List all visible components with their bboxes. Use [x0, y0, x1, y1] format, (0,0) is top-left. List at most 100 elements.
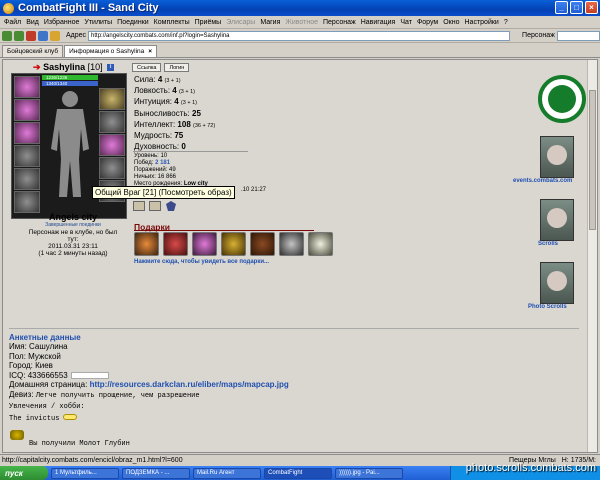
link-button[interactable]: Ссылка [132, 63, 162, 72]
about-sex: Пол: Мужской [9, 351, 61, 361]
weapon-slot[interactable] [14, 145, 40, 167]
stop-icon[interactable] [26, 30, 36, 41]
photo-scrolls-banner-icon[interactable] [540, 262, 574, 304]
forward-icon[interactable] [14, 30, 24, 41]
menu-item[interactable]: Приёмы [195, 19, 222, 26]
taskbar-item[interactable]: ПОДЗЕМКА - ... [122, 467, 190, 479]
stat-row: Интеллект: 108 (36 + 72) [134, 119, 216, 129]
scrolls-link[interactable]: Scrolls [538, 241, 558, 247]
gift-chest-icon[interactable] [250, 232, 275, 256]
menu-item[interactable]: Утилиты [84, 19, 112, 26]
clan-name: Angels city [48, 212, 97, 222]
stat-row: Мудрость: 75 [134, 131, 184, 141]
person-search-input[interactable] [556, 30, 600, 41]
gift-ring-icon[interactable] [279, 232, 304, 256]
helmet-slot[interactable] [14, 76, 40, 98]
browser-tab[interactable]: Бойцовский клуб [2, 45, 64, 57]
menu-item[interactable]: Поединки [117, 19, 149, 26]
emblems [133, 201, 177, 211]
homepage-link[interactable]: http://resources.darkclan.ru/eliber/maps… [90, 380, 289, 389]
stat-row: Выносливость: 25 [134, 108, 201, 118]
record-losses: Поражений: 49 [134, 167, 176, 173]
profile-buttons: Ссылка Логин [132, 63, 190, 72]
menu-item[interactable]: Персонаж [323, 19, 356, 26]
menu-item[interactable]: Вид [26, 19, 39, 26]
divider [133, 151, 248, 152]
about-hobby: Увлечения / хобби: [9, 403, 85, 411]
tab-close-icon[interactable]: × [148, 48, 152, 55]
absence-date: 2011.03.31 23:11 [48, 243, 98, 250]
armor-slot[interactable] [14, 168, 40, 190]
about-motto: Девиз: Легче получить прощение, чем разр… [9, 389, 200, 400]
clan-subtitle[interactable]: Завершенные поединки [23, 222, 123, 228]
page-content: ➔ Sashylina [10] i 1236/1236 1340/1340 О… [2, 59, 598, 453]
menu-item[interactable]: Навигация [361, 19, 396, 26]
menu-item[interactable]: Форум [417, 19, 438, 26]
taskbar-item[interactable]: Mail.Ru Агент [193, 467, 261, 479]
refresh-icon[interactable] [38, 30, 48, 41]
hammer-message: Вы получили Молот Глубин [29, 440, 130, 448]
close-button[interactable]: × [585, 1, 598, 14]
record-draws: Ничьих: 16 866 [134, 174, 176, 180]
app-icon [3, 2, 14, 14]
taskbar-item[interactable]: CombatFight [264, 467, 332, 479]
menu-item[interactable]: Настройки [465, 19, 499, 26]
menu-item[interactable]: Избранное [44, 19, 79, 26]
menu-item[interactable]: Элисары [226, 19, 255, 26]
about-section: Имя: Сашулина Пол: Мужской Город: Киев I… [9, 342, 289, 424]
events-link[interactable]: events.combats.com [513, 178, 572, 184]
menu-item[interactable]: Файл [4, 19, 21, 26]
taskbar-item[interactable]: )))))).jpg - Pai... [335, 467, 403, 479]
right-column: events.combats.com Scrolls Photo Scrolls [508, 60, 592, 320]
about-homepage: Домашняя страница: http://resources.dark… [9, 380, 289, 389]
tab-label: Бойцовский клуб [7, 48, 59, 55]
home-icon[interactable] [50, 30, 60, 41]
watermark: photo.scrolls.combats.com [465, 462, 596, 474]
gift-bouquet-icon[interactable] [308, 232, 333, 256]
belt-slot[interactable] [14, 191, 40, 213]
arrow-icon: ➔ [33, 62, 41, 72]
record-birthplace: Место рождения: Low city [134, 181, 208, 187]
record-wins: Побед: 2 181 [134, 160, 171, 166]
gift-amulet-icon[interactable] [221, 232, 246, 256]
browser-tab[interactable]: Информация о Sashylina × [64, 45, 158, 57]
record-time: .10 21:27 [241, 187, 267, 193]
gloves-slot[interactable] [99, 111, 125, 133]
menu-item[interactable]: Чат [400, 19, 412, 26]
maximize-button[interactable]: □ [570, 1, 583, 14]
address-label: Адрес [66, 32, 87, 39]
absence-ago: (1 час 2 минуты назад) [38, 250, 108, 257]
map-icon[interactable] [149, 201, 161, 211]
photo-scrolls-link[interactable]: Photo Scrolls [528, 304, 567, 310]
address-input[interactable]: http://angelscity.combats.com/inf.pl?log… [88, 30, 511, 41]
info-icon[interactable]: i [107, 64, 115, 72]
rune-slot[interactable] [99, 134, 125, 156]
menu-item[interactable]: Комплекты [154, 19, 190, 26]
gift-heart-icon[interactable] [163, 232, 188, 256]
scrolls-banner-icon[interactable] [540, 199, 574, 241]
gifts-link[interactable]: Нажмите сюда, чтобы увидеть все подарки.… [134, 259, 269, 265]
events-logo-icon[interactable] [538, 75, 586, 123]
faction-icon[interactable] [165, 201, 177, 211]
medal-icon[interactable] [133, 201, 145, 211]
menu-bar: Файл Вид Избранное Утилиты Поединки Комплекты… [0, 16, 600, 29]
back-icon[interactable] [2, 30, 12, 41]
menu-item[interactable]: Животное [285, 19, 318, 26]
necklace-slot[interactable] [14, 99, 40, 121]
menu-item[interactable]: Окно [443, 19, 459, 26]
earring-slot[interactable] [14, 122, 40, 144]
gift-flower-icon[interactable] [134, 232, 159, 256]
scroll-banner-icon[interactable] [540, 136, 574, 178]
taskbar-item[interactable]: 1 Мультфиль... [51, 467, 119, 479]
about-title: Анкетные данные [9, 333, 81, 342]
clan-info: Angels city Завершенные поединки Персона… [23, 212, 123, 257]
menu-item[interactable]: Магия [260, 19, 280, 26]
stat-row: Ловкость: 4 (3 + 1) [134, 86, 196, 96]
shield-slot[interactable] [99, 157, 125, 179]
ring-slot[interactable] [99, 88, 125, 110]
start-button[interactable]: пуск [0, 466, 48, 480]
minimize-button[interactable]: _ [555, 1, 568, 14]
gift-flower2-icon[interactable] [192, 232, 217, 256]
login-button[interactable]: Логин [164, 63, 190, 72]
menu-item[interactable]: ? [504, 19, 508, 26]
